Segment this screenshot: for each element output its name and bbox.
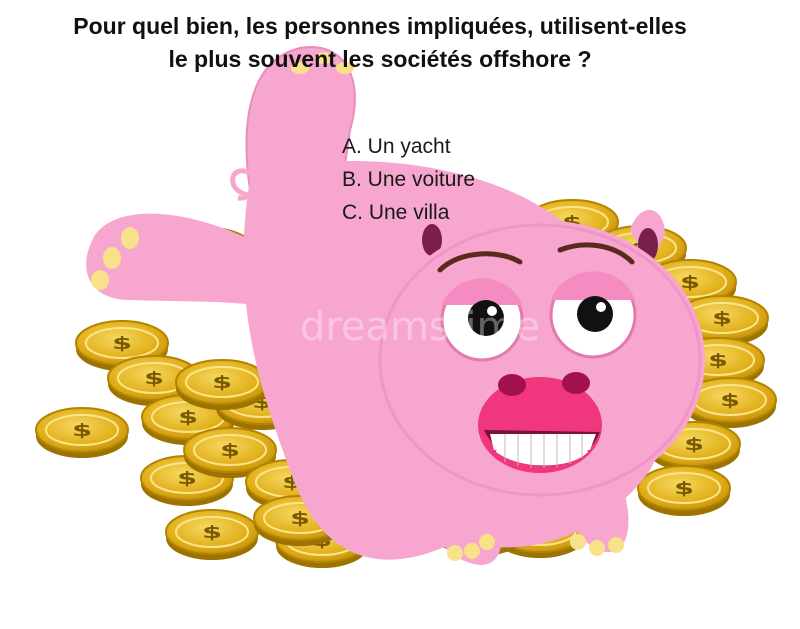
question-line-1: Pour quel bien, les personnes impliquées…: [73, 13, 687, 39]
watermark: dreamstime: [300, 304, 540, 350]
answer-options: A. Un yacht B. Une voiture C. Une villa: [342, 130, 475, 229]
question-title: Pour quel bien, les personnes impliquées…: [0, 10, 760, 76]
option-a[interactable]: A. Un yacht: [342, 130, 475, 163]
piggy-illustration: $: [35, 45, 777, 569]
question-line-2: le plus souvent les sociétés offshore ?: [168, 46, 592, 72]
option-b[interactable]: B. Une voiture: [342, 163, 475, 196]
pig-head: [375, 203, 705, 500]
option-c[interactable]: C. Une villa: [342, 196, 475, 229]
